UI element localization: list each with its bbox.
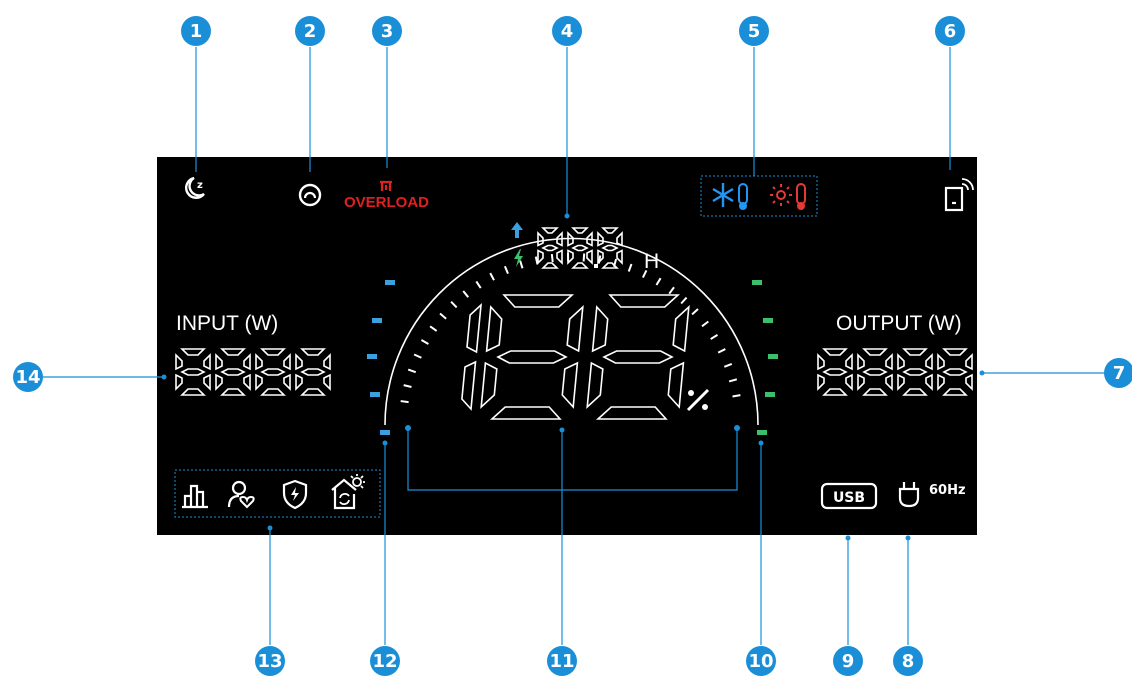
callout-8: 8: [893, 646, 923, 676]
svg-text:11: 11: [549, 651, 574, 672]
callout-14: 14: [13, 362, 43, 392]
gauge-tick: [582, 253, 586, 262]
svg-text:10: 10: [748, 651, 773, 672]
svg-text:USB: USB: [833, 490, 865, 506]
ac-frequency: 60Hz: [929, 483, 966, 498]
callout-4: 4: [552, 16, 582, 46]
callout-6: 6: [935, 16, 965, 46]
callout-2: 2: [295, 16, 325, 46]
overload-label: OVERLOAD: [344, 194, 429, 211]
callout-5: 5: [739, 16, 769, 46]
svg-text:13: 13: [257, 651, 282, 672]
lcd-diagram: z OVERLOAD H INPUT (W) OUTPUT (W) USB 60…: [13, 16, 1132, 676]
gauge-tick: [550, 253, 554, 263]
svg-text:1: 1: [190, 21, 203, 42]
svg-text:4: 4: [561, 21, 574, 42]
output-label: OUTPUT (W): [836, 312, 962, 335]
discharge-bar: [752, 280, 762, 285]
time-unit: H: [644, 250, 659, 273]
charge-bar: [370, 392, 380, 397]
gauge-tick: [732, 394, 741, 398]
callout-13: 13: [255, 646, 285, 676]
discharge-bar: [765, 392, 775, 397]
discharge-bar: [768, 354, 778, 359]
callout-11: 11: [547, 646, 577, 676]
svg-text:z: z: [197, 180, 203, 191]
discharge-bar: [763, 318, 773, 323]
svg-text:9: 9: [842, 651, 855, 672]
gauge-tick: [400, 400, 409, 404]
svg-text:5: 5: [748, 21, 761, 42]
input-label: INPUT (W): [176, 312, 278, 335]
callout-10: 10: [746, 646, 776, 676]
callout-3: 3: [372, 16, 402, 46]
callout-7: 7: [1104, 358, 1132, 388]
charge-bar: [380, 430, 390, 435]
svg-text:12: 12: [372, 651, 397, 672]
svg-text:7: 7: [1113, 363, 1126, 384]
callout-1: 1: [181, 16, 211, 46]
svg-text:8: 8: [902, 651, 915, 672]
charge-bar: [372, 318, 382, 323]
callout-12: 12: [370, 646, 400, 676]
svg-text:2: 2: [304, 21, 317, 42]
svg-text:6: 6: [944, 21, 957, 42]
charge-bar: [385, 280, 395, 285]
callout-9: 9: [833, 646, 863, 676]
svg-text:14: 14: [15, 367, 40, 388]
svg-text:3: 3: [381, 21, 394, 42]
discharge-bar: [757, 430, 767, 435]
charge-bar: [367, 354, 377, 359]
